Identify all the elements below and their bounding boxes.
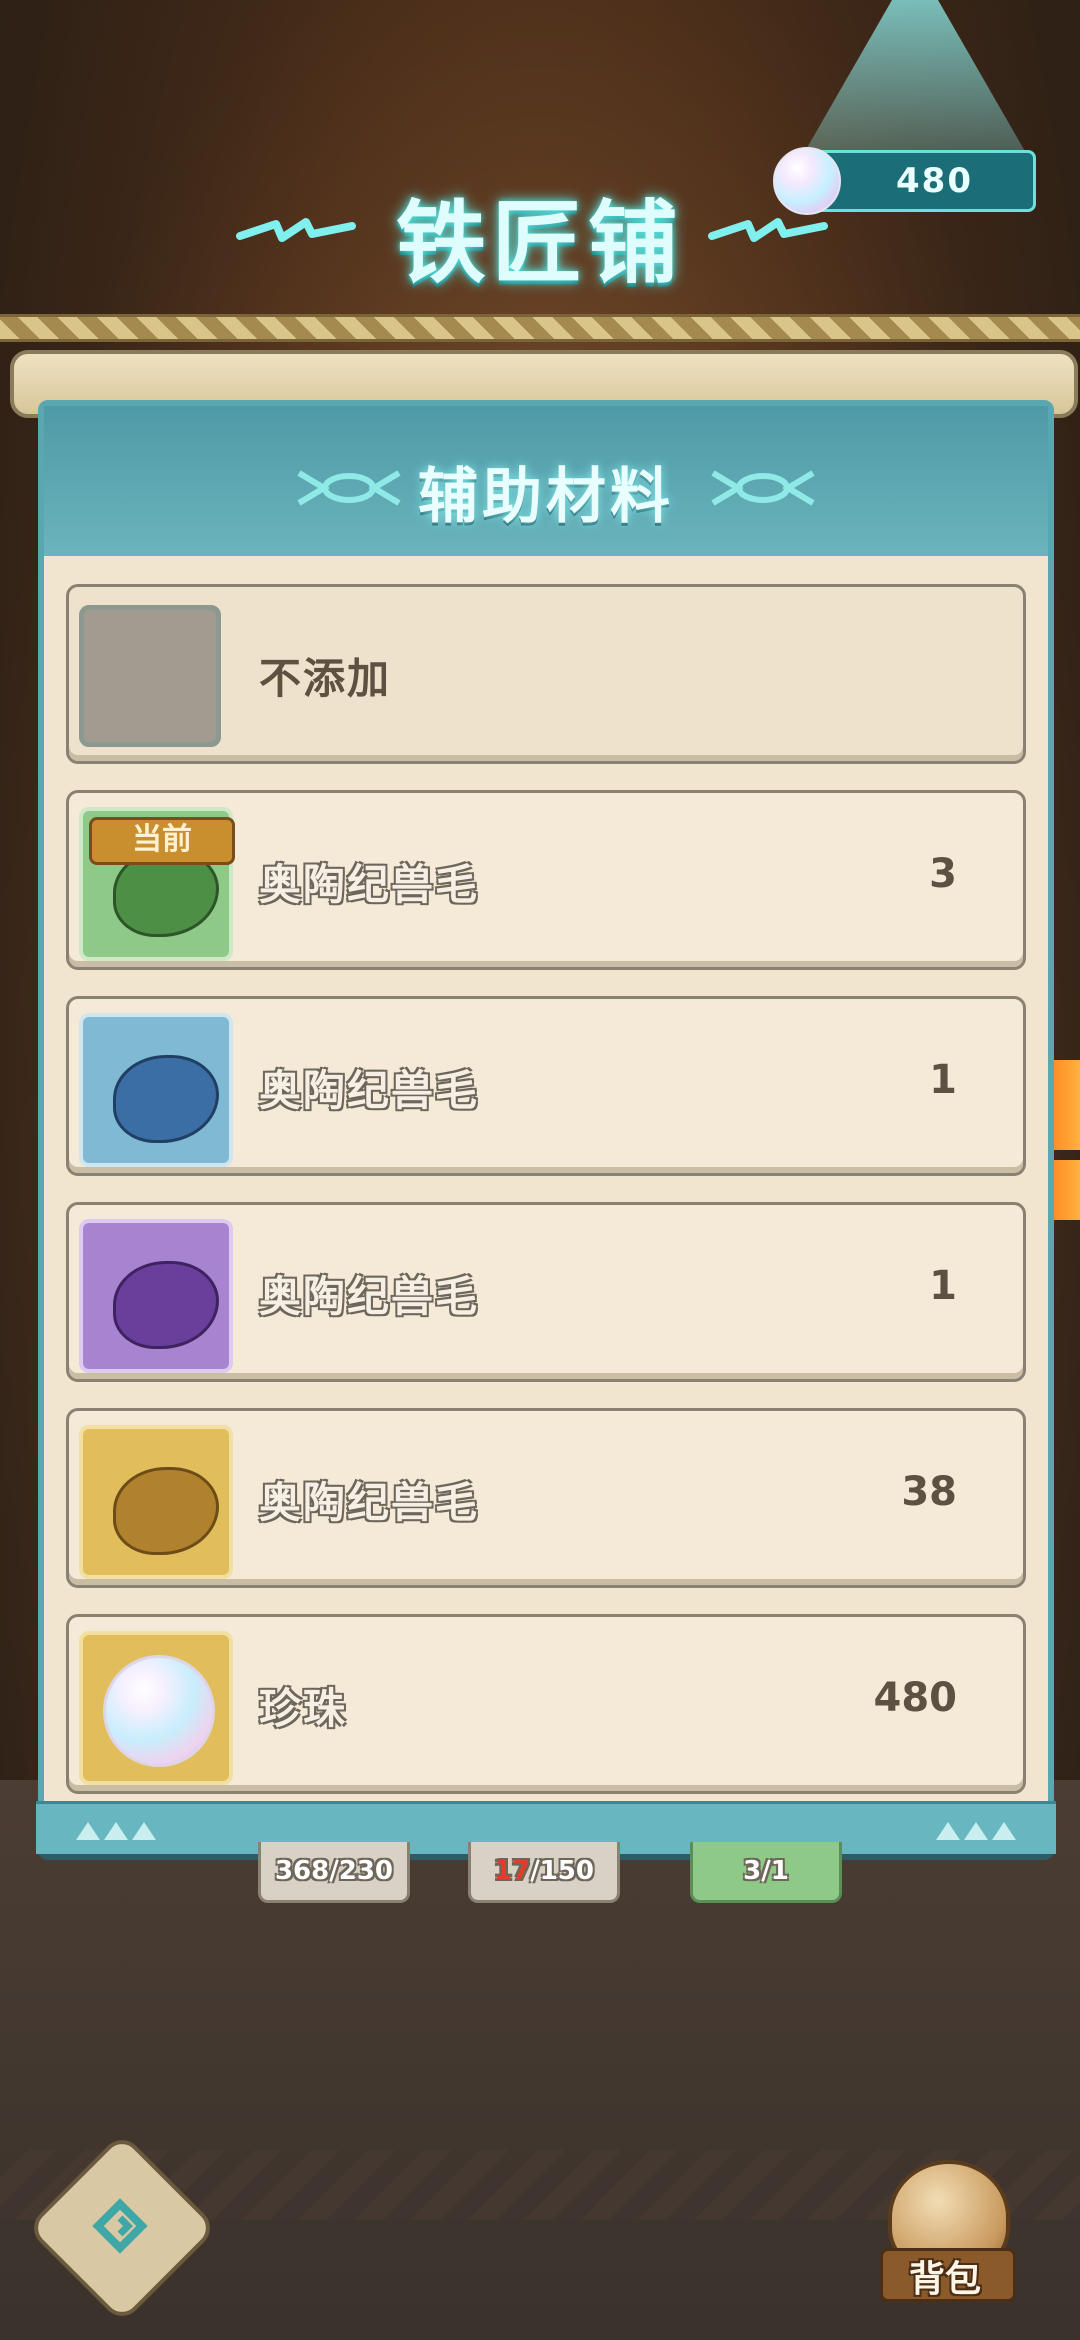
triangle-deco-icon [132, 1822, 156, 1840]
triangle-deco-icon [76, 1822, 100, 1840]
material-slot [79, 1631, 233, 1785]
empty-slot [79, 605, 221, 747]
material-slot [79, 1013, 233, 1167]
material-row[interactable]: 奥陶纪兽毛 1 [66, 996, 1026, 1176]
forge-slot[interactable]: 17/150 [468, 1842, 620, 1903]
material-row[interactable]: 奥陶纪兽毛 1 [66, 1202, 1026, 1382]
material-name: 奥陶纪兽毛 [259, 1272, 480, 1321]
back-icon [92, 2198, 148, 2254]
material-name: 奥陶纪兽毛 [259, 1066, 480, 1115]
rope-divider [0, 314, 1080, 342]
material-name: 不添加 [259, 654, 392, 703]
material-count: 38 [901, 1469, 957, 1515]
material-count: 480 [873, 1675, 958, 1721]
panel-header: 辅助材料 [44, 406, 1048, 556]
forge-slot[interactable]: 368/230 [258, 1842, 410, 1903]
material-name: 奥陶纪兽毛 [259, 1478, 480, 1527]
page-title: 铁匠铺 [396, 191, 684, 296]
forge-slot-max: /150 [530, 1856, 594, 1886]
material-count: 3 [929, 851, 957, 897]
forge-slot-current: 17 [494, 1856, 531, 1886]
pearl-icon [103, 1655, 215, 1767]
fur-icon [113, 1467, 219, 1555]
material-name: 奥陶纪兽毛 [259, 860, 480, 909]
material-row-none[interactable]: 不添加 [66, 584, 1026, 764]
material-row[interactable]: 奥陶纪兽毛 38 [66, 1408, 1026, 1588]
fur-icon [113, 1055, 219, 1143]
backpack-label: 背包 [908, 2259, 981, 2300]
material-name: 珍珠 [259, 1684, 348, 1733]
triangle-deco-icon [104, 1822, 128, 1840]
material-row[interactable]: 当前 奥陶纪兽毛 3 [66, 790, 1026, 970]
forge-slots: 368/230 17/150 3/1 [0, 1842, 1080, 1903]
backpack-button[interactable]: 背包 [870, 2150, 1020, 2302]
material-slot [79, 1219, 233, 1373]
eye-deco-icon [711, 470, 815, 506]
forge-slot[interactable]: 3/1 [690, 1842, 842, 1903]
current-badge: 当前 [89, 817, 235, 865]
triangle-deco-icon [992, 1822, 1016, 1840]
material-panel: 辅助材料 不添加 当前 奥陶纪兽毛 3 奥陶纪兽毛 1 奥陶纪兽毛 1 奥陶纪兽… [36, 400, 1056, 1854]
lightning-deco-icon [708, 210, 828, 250]
triangle-deco-icon [936, 1822, 960, 1840]
material-slot: 当前 [79, 807, 235, 961]
material-count: 1 [929, 1263, 957, 1309]
panel-title: 辅助材料 [418, 462, 674, 532]
material-list: 不添加 当前 奥陶纪兽毛 3 奥陶纪兽毛 1 奥陶纪兽毛 1 奥陶纪兽毛 38 … [66, 584, 1026, 1820]
material-row[interactable]: 珍珠 480 [66, 1614, 1026, 1794]
material-slot [79, 1425, 233, 1579]
material-count: 1 [929, 1057, 957, 1103]
triangle-deco-icon [964, 1822, 988, 1840]
page-title-area: 铁匠铺 [0, 170, 1080, 296]
fur-icon [113, 1261, 219, 1349]
lightning-deco-icon [236, 210, 356, 250]
